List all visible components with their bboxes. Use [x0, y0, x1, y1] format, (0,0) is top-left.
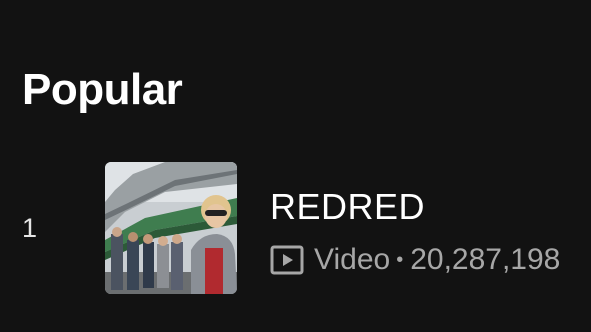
track-type-label: Video: [314, 243, 391, 276]
track-thumbnail[interactable]: [105, 162, 237, 294]
track-meta: Video • 20,287,198: [270, 242, 560, 278]
track-title[interactable]: REDRED: [270, 186, 425, 228]
track-index: 1: [22, 213, 38, 243]
track-row[interactable]: 1 REDRED Video • 20,287,198: [0, 150, 591, 308]
section-title: Popular: [22, 65, 183, 114]
meta-separator: •: [396, 248, 404, 271]
video-play-icon: [270, 245, 304, 275]
track-play-count: 20,287,198: [410, 243, 561, 276]
